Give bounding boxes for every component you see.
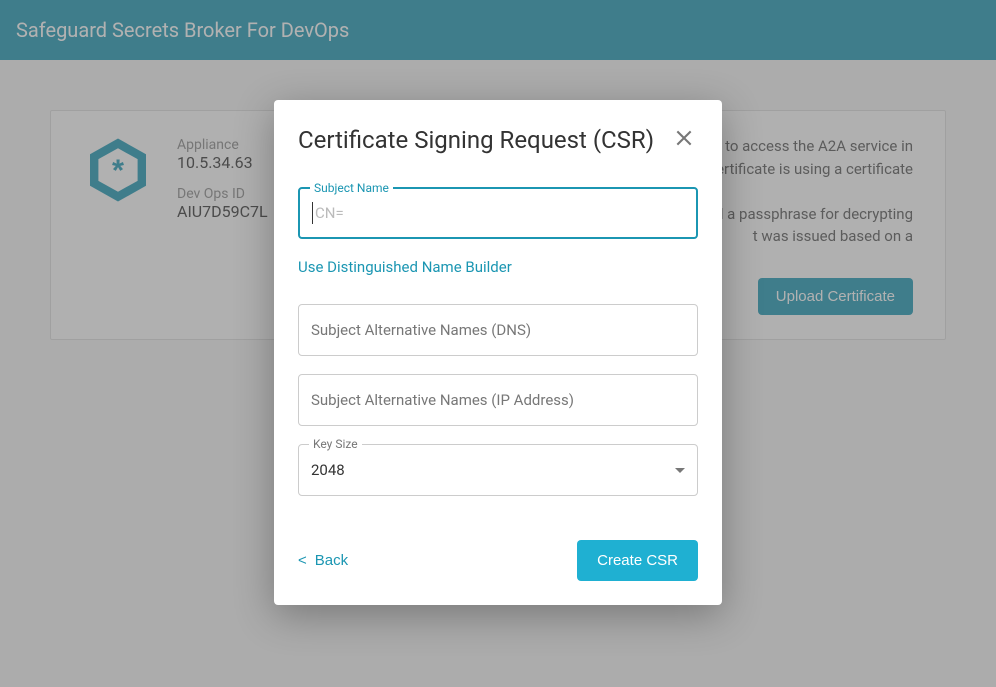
key-size-label: Key Size (309, 437, 362, 451)
key-size-value: 2048 (311, 461, 345, 479)
san-ip-placeholder: Subject Alternative Names (IP Address) (311, 391, 574, 409)
back-button[interactable]: < Back (298, 552, 348, 569)
key-size-select[interactable]: Key Size 2048 (298, 444, 698, 496)
dialog-footer: < Back Create CSR (298, 540, 698, 581)
csr-dialog: Certificate Signing Request (CSR) Subjec… (274, 100, 722, 605)
dialog-header: Certificate Signing Request (CSR) (298, 124, 698, 155)
subject-name-field[interactable]: Subject Name CN= (298, 187, 698, 239)
dn-builder-link[interactable]: Use Distinguished Name Builder (298, 258, 512, 276)
subject-name-placeholder: CN= (315, 204, 344, 222)
san-dns-field[interactable]: Subject Alternative Names (DNS) (298, 304, 698, 356)
modal-overlay[interactable]: Certificate Signing Request (CSR) Subjec… (0, 0, 996, 687)
chevron-left-icon: < (298, 552, 307, 569)
close-button[interactable] (670, 124, 698, 155)
san-ip-field[interactable]: Subject Alternative Names (IP Address) (298, 374, 698, 426)
chevron-down-icon (675, 468, 685, 473)
dialog-title: Certificate Signing Request (CSR) (298, 126, 654, 154)
san-dns-placeholder: Subject Alternative Names (DNS) (311, 321, 531, 339)
text-cursor (312, 202, 313, 224)
close-icon (674, 128, 694, 148)
create-csr-button[interactable]: Create CSR (577, 540, 698, 581)
subject-name-label: Subject Name (310, 181, 393, 195)
